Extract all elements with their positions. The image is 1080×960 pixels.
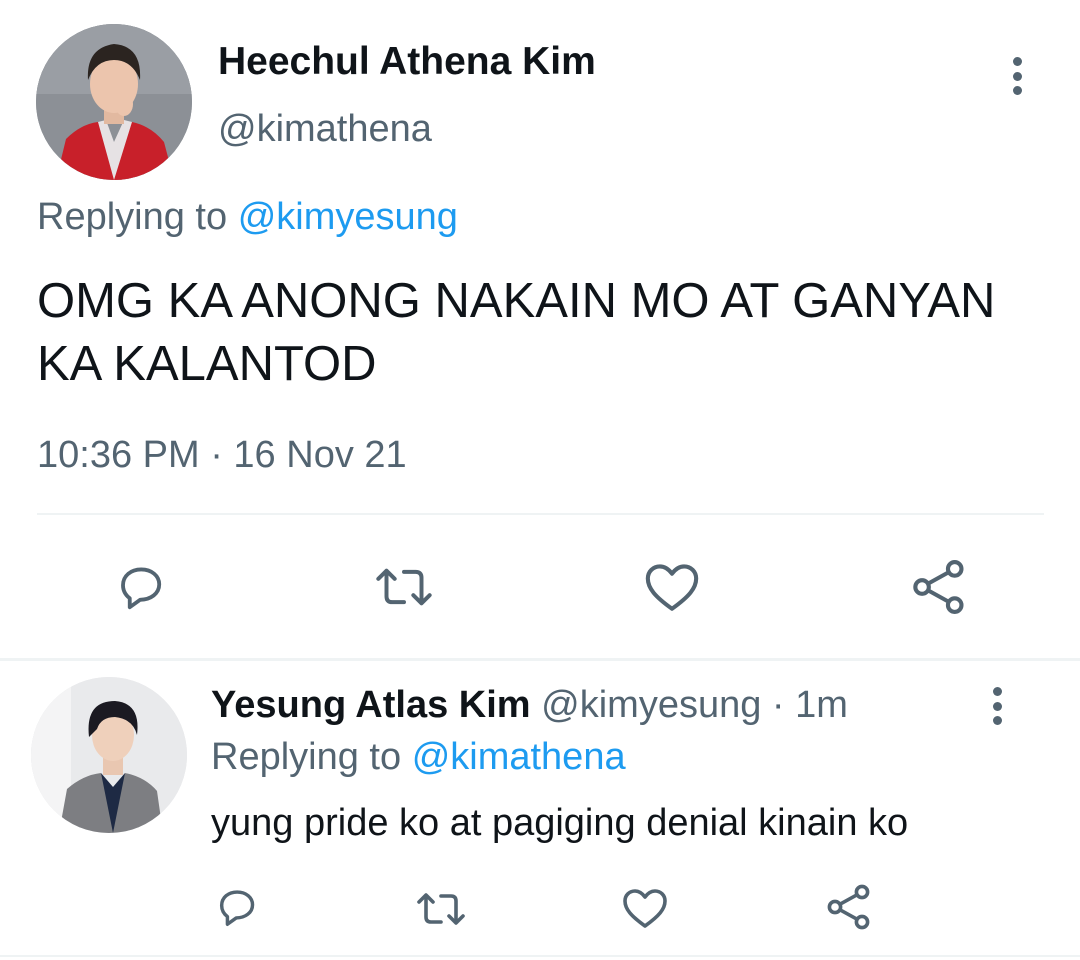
share-icon[interactable] — [825, 883, 873, 931]
tweet-thread: Heechul Athena Kim @kimathena Replying t… — [0, 0, 1080, 960]
replying-label: Replying to — [211, 736, 402, 778]
tweet-text: OMG KA ANONG NAKAIN MO AT GANYAN KA KALA… — [37, 274, 996, 391]
display-name[interactable]: Yesung Atlas Kim — [211, 684, 531, 726]
more-options-icon[interactable] — [985, 687, 1009, 725]
user-handle[interactable]: @kimathena — [218, 108, 432, 151]
more-options-icon[interactable] — [1005, 57, 1029, 95]
reply-header: Yesung Atlas Kim @kimyesung · 1m — [211, 684, 848, 727]
like-icon[interactable] — [643, 560, 701, 614]
time-ago[interactable]: 1m — [795, 684, 848, 726]
reply-icon[interactable] — [214, 884, 260, 930]
avatar-heechul[interactable] — [36, 24, 192, 180]
separator-dot: · — [761, 684, 796, 726]
share-icon[interactable] — [910, 558, 968, 616]
replying-to: Replying to @kimyesung — [37, 196, 458, 239]
user-handle[interactable]: @kimyesung — [541, 684, 761, 726]
replying-label: Replying to — [37, 196, 228, 238]
avatar-yesung[interactable] — [31, 677, 187, 833]
tweet-timestamp[interactable]: 10:36 PM · 16 Nov 21 — [37, 434, 407, 477]
replying-mention-link[interactable]: @kimathena — [412, 736, 626, 778]
divider — [37, 513, 1044, 515]
retweet-icon[interactable] — [372, 559, 436, 615]
section-divider — [0, 658, 1080, 661]
tweet-text: yung pride ko at pagiging denial kinain … — [211, 802, 909, 844]
like-icon[interactable] — [621, 885, 669, 931]
replying-mention-link[interactable]: @kimyesung — [238, 196, 458, 238]
divider — [0, 955, 1080, 957]
retweet-icon[interactable] — [413, 885, 469, 933]
replying-to: Replying to @kimathena — [211, 736, 626, 779]
reply-icon[interactable] — [114, 560, 168, 614]
display-name[interactable]: Heechul Athena Kim — [218, 40, 596, 84]
